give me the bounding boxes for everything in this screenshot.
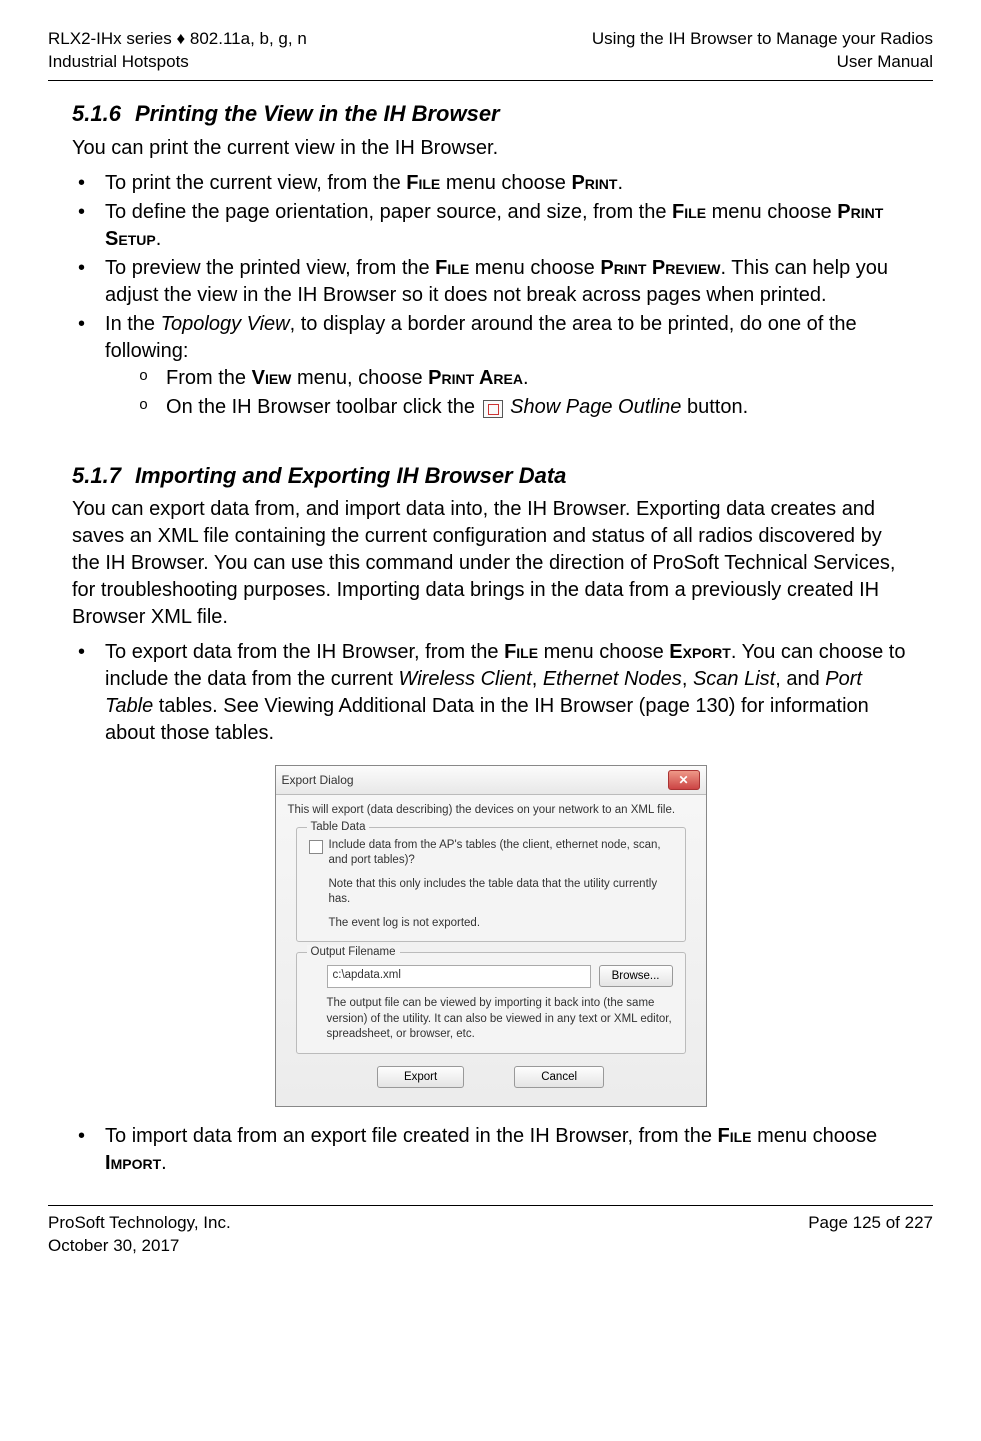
group-label: Table Data xyxy=(307,820,370,836)
footer-divider xyxy=(48,1205,933,1206)
group-label: Output Filename xyxy=(307,945,400,961)
page-header: RLX2-IHx series ♦ 802.11a, b, g, n Indus… xyxy=(48,28,933,74)
dialog-intro: This will export (data describing) the d… xyxy=(288,803,694,819)
list-item: In the Topology View, to display a borde… xyxy=(72,311,909,423)
section-516-intro: You can print the current view in the IH… xyxy=(72,135,909,162)
footer-left-1: ProSoft Technology, Inc. xyxy=(48,1212,231,1235)
footer-left-2: October 30, 2017 xyxy=(48,1235,231,1258)
cancel-button[interactable]: Cancel xyxy=(514,1066,604,1088)
include-tables-label: Include data from the AP's tables (the c… xyxy=(329,838,673,869)
page-outline-icon xyxy=(483,400,503,418)
section-516-num: 5.1.6 xyxy=(72,99,121,129)
section-516-heading: 5.1.6 Printing the View in the IH Browse… xyxy=(72,99,909,129)
section-517-num: 5.1.7 xyxy=(72,461,121,491)
header-left-2: Industrial Hotspots xyxy=(48,51,307,74)
close-icon[interactable]: ✕ xyxy=(668,770,700,790)
dialog-note-1: Note that this only includes the table d… xyxy=(329,877,673,908)
output-filename-group: Output Filename c:\apdata.xml Browse... … xyxy=(296,952,686,1054)
output-filename-input[interactable]: c:\apdata.xml xyxy=(327,965,591,988)
browse-button[interactable]: Browse... xyxy=(599,965,673,987)
list-item: To export data from the IH Browser, from… xyxy=(72,639,909,747)
section-517-title: Importing and Exporting IH Browser Data xyxy=(135,461,566,491)
header-right-2: User Manual xyxy=(592,51,933,74)
list-item: To define the page orientation, paper so… xyxy=(72,199,909,253)
page-footer: ProSoft Technology, Inc. October 30, 201… xyxy=(48,1212,933,1258)
header-left-1: RLX2-IHx series ♦ 802.11a, b, g, n xyxy=(48,28,307,51)
export-button[interactable]: Export xyxy=(377,1066,464,1088)
section-517-list-2: To import data from an export file creat… xyxy=(72,1123,909,1177)
page-content: 5.1.6 Printing the View in the IH Browse… xyxy=(48,99,933,1177)
section-516-list: To print the current view, from the File… xyxy=(72,170,909,423)
dialog-title-text: Export Dialog xyxy=(282,772,354,788)
list-item: On the IH Browser toolbar click the Show… xyxy=(139,394,909,421)
header-right-1: Using the IH Browser to Manage your Radi… xyxy=(592,28,933,51)
section-517-heading: 5.1.7 Importing and Exporting IH Browser… xyxy=(72,461,909,491)
list-item: To print the current view, from the File… xyxy=(72,170,909,197)
list-item: To import data from an export file creat… xyxy=(72,1123,909,1177)
section-517-list-1: To export data from the IH Browser, from… xyxy=(72,639,909,747)
section-517-intro: You can export data from, and import dat… xyxy=(72,496,909,631)
dialog-titlebar: Export Dialog ✕ xyxy=(276,766,706,795)
header-divider xyxy=(48,80,933,81)
export-dialog: Export Dialog ✕ This will export (data d… xyxy=(275,765,707,1107)
include-tables-checkbox[interactable] xyxy=(309,840,323,854)
list-item: To preview the printed view, from the Fi… xyxy=(72,255,909,309)
section-516-title: Printing the View in the IH Browser xyxy=(135,99,500,129)
footer-page-number: Page 125 of 227 xyxy=(808,1212,933,1258)
table-data-group: Table Data Include data from the AP's ta… xyxy=(296,827,686,943)
dialog-note-2: The event log is not exported. xyxy=(329,916,673,932)
list-item: From the View menu, choose Print Area. xyxy=(139,365,909,392)
section-516-sublist: From the View menu, choose Print Area. O… xyxy=(105,365,909,421)
output-description: The output file can be viewed by importi… xyxy=(327,996,673,1043)
